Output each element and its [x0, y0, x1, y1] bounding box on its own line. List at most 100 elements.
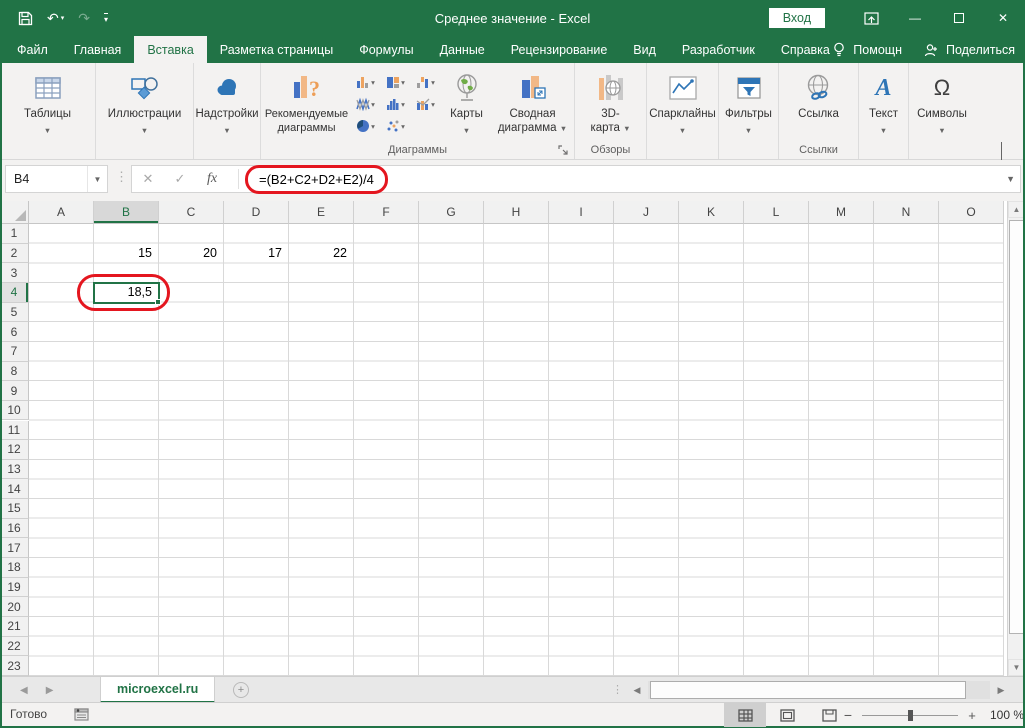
- row-header-15[interactable]: 15: [0, 499, 29, 519]
- row-header-14[interactable]: 14: [0, 479, 29, 499]
- column-header-G[interactable]: G: [419, 201, 484, 224]
- hierarchy-chart-button[interactable]: ▾: [381, 71, 411, 93]
- sparklines-button[interactable]: Спарклайны ▼: [645, 69, 720, 139]
- horizontal-scroll-thumb[interactable]: [650, 681, 966, 699]
- zoom-level[interactable]: 100 %: [990, 708, 1024, 722]
- column-header-B[interactable]: B: [94, 201, 159, 224]
- column-header-A[interactable]: A: [29, 201, 94, 224]
- collapse-ribbon-icon[interactable]: [1001, 143, 1011, 153]
- cell-B2[interactable]: 15: [94, 244, 157, 263]
- share-button[interactable]: Поделиться: [946, 43, 1015, 57]
- column-header-N[interactable]: N: [874, 201, 939, 224]
- scroll-left-icon[interactable]: ◀: [628, 681, 646, 699]
- link-button[interactable]: Ссылка: [794, 69, 843, 124]
- row-header-3[interactable]: 3: [0, 263, 29, 283]
- row-header-5[interactable]: 5: [0, 303, 29, 323]
- row-header-19[interactable]: 19: [0, 578, 29, 598]
- column-header-I[interactable]: I: [549, 201, 614, 224]
- addins-button[interactable]: Надстройки ▼: [191, 69, 262, 139]
- ribbon-tab[interactable]: Рецензирование: [498, 36, 621, 63]
- ribbon-tab[interactable]: Главная: [61, 36, 135, 63]
- scrollbar-resize-handle[interactable]: ⋮: [612, 683, 623, 696]
- column-header-E[interactable]: E: [289, 201, 354, 224]
- zoom-out-icon[interactable]: −: [838, 707, 858, 723]
- vertical-scroll-thumb[interactable]: [1009, 220, 1024, 634]
- line-chart-button[interactable]: ▾: [351, 93, 381, 115]
- name-box[interactable]: B4 ▼: [5, 165, 108, 193]
- row-header-4[interactable]: 4: [0, 283, 29, 303]
- row-header-16[interactable]: 16: [0, 519, 29, 539]
- row-header-7[interactable]: 7: [0, 342, 29, 362]
- scatter-chart-button[interactable]: ▾: [381, 115, 411, 137]
- row-header-18[interactable]: 18: [0, 558, 29, 578]
- row-header-21[interactable]: 21: [0, 617, 29, 637]
- ribbon-tab[interactable]: Файл: [4, 36, 61, 63]
- page-layout-view-button[interactable]: [766, 703, 808, 727]
- insert-function-icon[interactable]: fx: [196, 171, 228, 187]
- add-sheet-icon[interactable]: +: [233, 682, 249, 698]
- enter-icon[interactable]: ✓: [164, 171, 196, 187]
- row-header-13[interactable]: 13: [0, 460, 29, 480]
- combo-chart-button[interactable]: ▾: [411, 93, 441, 115]
- ribbon-display-options-icon[interactable]: [849, 0, 893, 36]
- chevron-down-icon[interactable]: ▼: [87, 166, 107, 192]
- close-button[interactable]: ✕: [981, 0, 1025, 36]
- row-header-17[interactable]: 17: [0, 538, 29, 558]
- cell-E2[interactable]: 22: [289, 244, 352, 263]
- horizontal-scrollbar[interactable]: [648, 681, 990, 699]
- expand-formula-bar-icon[interactable]: ▼: [1006, 174, 1015, 184]
- row-header-11[interactable]: 11: [0, 421, 29, 441]
- row-header-9[interactable]: 9: [0, 381, 29, 401]
- cell-D2[interactable]: 17: [224, 244, 287, 263]
- ribbon-tab[interactable]: Разработчик: [669, 36, 768, 63]
- formula-bar[interactable]: ✕ ✓ fx =(B2+C2+D2+E2)/4: [131, 165, 1021, 193]
- column-header-F[interactable]: F: [354, 201, 419, 224]
- minimize-button[interactable]: —: [893, 0, 937, 36]
- macro-record-icon[interactable]: [74, 707, 89, 724]
- sheet-tab[interactable]: microexcel.ru: [100, 677, 215, 703]
- row-header-12[interactable]: 12: [0, 440, 29, 460]
- ribbon-tab[interactable]: Вид: [620, 36, 669, 63]
- tables-button[interactable]: Таблицы ▼: [20, 69, 75, 139]
- row-header-23[interactable]: 23: [0, 656, 29, 676]
- zoom-slider[interactable]: [862, 715, 958, 716]
- ribbon-tab[interactable]: Разметка страницы: [207, 36, 346, 63]
- map-3d-button[interactable]: 3D-карта ▼: [585, 69, 637, 137]
- column-header-O[interactable]: O: [939, 201, 1004, 224]
- scroll-right-icon[interactable]: ▶: [992, 681, 1010, 699]
- illustrations-button[interactable]: Иллюстрации ▼: [104, 69, 186, 139]
- pivot-chart-button[interactable]: Сводная диаграмма ▼: [493, 69, 573, 137]
- row-header-2[interactable]: 2: [0, 244, 29, 264]
- row-header-22[interactable]: 22: [0, 637, 29, 657]
- sign-in-button[interactable]: Вход: [769, 8, 825, 28]
- ribbon-tab[interactable]: Справка: [768, 36, 843, 63]
- column-header-L[interactable]: L: [744, 201, 809, 224]
- waterfall-chart-button[interactable]: ▾: [411, 71, 441, 93]
- row-header-1[interactable]: 1: [0, 224, 29, 244]
- column-header-H[interactable]: H: [484, 201, 549, 224]
- text-button[interactable]: A Текст ▼: [865, 69, 902, 139]
- column-header-D[interactable]: D: [224, 201, 289, 224]
- cancel-icon[interactable]: ✕: [132, 171, 164, 187]
- row-header-10[interactable]: 10: [0, 401, 29, 421]
- formula-text[interactable]: =(B2+C2+D2+E2)/4: [245, 172, 374, 187]
- recommended-charts-button[interactable]: ? Рекомендуемые диаграммы: [263, 69, 351, 137]
- dialog-launcher-icon[interactable]: [558, 143, 570, 155]
- pie-chart-button[interactable]: ▾: [351, 115, 381, 137]
- ribbon-tab[interactable]: Данные: [427, 36, 498, 63]
- maps-button[interactable]: Карты ▼: [441, 69, 493, 139]
- row-header-8[interactable]: 8: [0, 362, 29, 382]
- zoom-slider-handle[interactable]: [908, 710, 913, 721]
- select-all-corner[interactable]: [0, 201, 29, 224]
- zoom-in-icon[interactable]: +: [962, 708, 982, 723]
- cell-C2[interactable]: 20: [159, 244, 222, 263]
- sheet-next-icon[interactable]: ▶: [46, 685, 54, 696]
- ribbon-tab[interactable]: Вставка: [134, 36, 206, 63]
- filters-button[interactable]: Фильтры ▼: [721, 69, 776, 139]
- column-header-K[interactable]: K: [679, 201, 744, 224]
- assistant-tab[interactable]: Помощн: [853, 43, 902, 57]
- normal-view-button[interactable]: [724, 703, 766, 727]
- histogram-chart-button[interactable]: ▾: [381, 93, 411, 115]
- cells-area[interactable]: [29, 224, 1004, 676]
- column-header-C[interactable]: C: [159, 201, 224, 224]
